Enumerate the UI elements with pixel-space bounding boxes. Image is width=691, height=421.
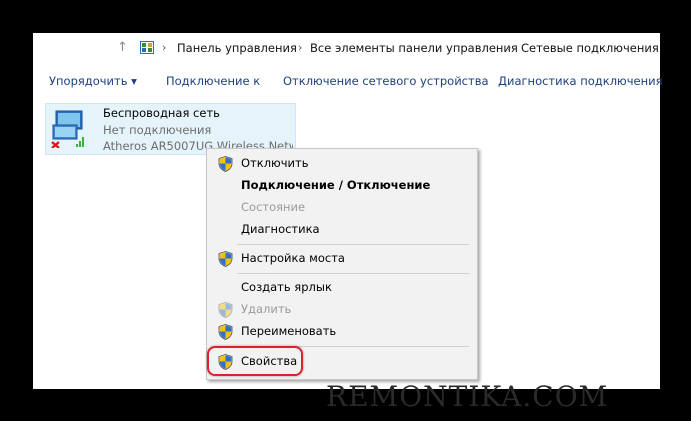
menu-item-label: Удалить (241, 302, 292, 316)
breadcrumb-all-items[interactable]: Все элементы панели управления (310, 41, 518, 55)
menu-item-label: Отключить (241, 156, 309, 170)
adapter-name: Беспроводная сеть (103, 106, 220, 120)
breadcrumb-network-connections[interactable]: Сетевые подключения (521, 41, 659, 55)
menu-item-status: Состояние (207, 198, 477, 218)
menu-item-diagnostics[interactable]: Диагностика (207, 220, 477, 240)
menu-separator (237, 244, 469, 245)
disable-device-button[interactable]: Отключение сетевого устройства (283, 74, 489, 88)
menu-item-disable[interactable]: Отключить (207, 154, 477, 174)
menu-item-label: Диагностика (241, 222, 320, 236)
menu-item-label: Подключение / Отключение (241, 178, 431, 192)
menu-item-delete: Удалить (207, 300, 477, 320)
properties-highlight-frame (207, 346, 303, 376)
uac-shield-icon (218, 251, 233, 267)
control-panel-icon (140, 41, 154, 54)
menu-item-connect-disconnect[interactable]: Подключение / Отключение (207, 176, 477, 196)
breadcrumb-separator: › (507, 41, 512, 54)
menu-item-label: Состояние (241, 200, 306, 214)
menu-item-create-shortcut[interactable]: Создать ярлык (207, 278, 477, 298)
watermark: REMONTIKA.COM (326, 380, 609, 413)
uac-shield-icon (218, 324, 233, 340)
menu-item-label: Создать ярлык (241, 280, 332, 294)
breadcrumb-separator: › (298, 41, 303, 54)
breadcrumb-separator: › (162, 41, 167, 54)
connect-to-button[interactable]: Подключение к (166, 74, 260, 88)
wireless-network-adapter-icon (51, 110, 84, 148)
menu-item-bridge[interactable]: Настройка моста (207, 249, 477, 269)
menu-item-label: Переименовать (241, 324, 337, 338)
up-arrow-icon[interactable]: ↑ (117, 40, 128, 55)
organize-button[interactable]: Упорядочить ▾ (49, 74, 137, 88)
adapter-status: Нет подключения (103, 123, 212, 137)
menu-item-rename[interactable]: Переименовать (207, 322, 477, 342)
address-bar: ↑ › Панель управления › Все элементы пан… (33, 33, 660, 63)
diagnose-connection-button[interactable]: Диагностика подключения (498, 74, 663, 88)
menu-item-label: Настройка моста (241, 251, 345, 265)
breadcrumb-control-panel[interactable]: Панель управления (177, 41, 297, 55)
menu-separator (237, 273, 469, 274)
uac-shield-icon (218, 302, 233, 318)
command-bar: Упорядочить ▾ Подключение к Отключение с… (33, 73, 663, 93)
uac-shield-icon (218, 156, 233, 172)
